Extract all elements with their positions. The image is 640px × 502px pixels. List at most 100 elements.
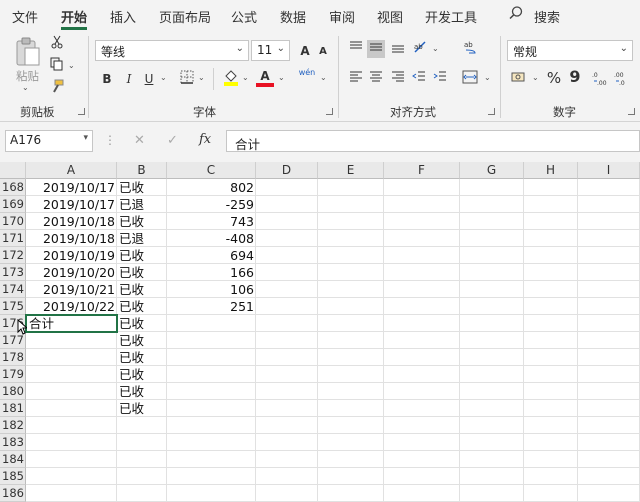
align-right-icon[interactable] [389,70,407,88]
decrease-decimal-icon[interactable]: .00.0 [614,70,632,88]
merge-dropdown-icon[interactable]: ⌄ [484,73,491,82]
phonetic-guide-button[interactable]: wén [298,68,316,86]
more-options-icon[interactable]: ⋮ [104,133,116,147]
tab-insert[interactable]: 插入 [110,7,136,26]
row-header[interactable]: 180 [0,383,26,400]
tab-formulas[interactable]: 公式 [231,7,257,26]
tab-data[interactable]: 数据 [280,7,306,26]
cell-a[interactable] [26,332,115,349]
cell-a[interactable] [26,434,115,451]
cell-c[interactable] [167,366,254,383]
cell-a[interactable] [26,417,115,434]
column-header-h[interactable]: H [524,162,578,179]
cell-b[interactable]: 已收 [119,332,165,349]
fill-color-dropdown-icon[interactable]: ⌄ [242,73,249,82]
row-header[interactable]: 171 [0,230,26,247]
column-header-f[interactable]: F [384,162,460,179]
row-header[interactable]: 170 [0,213,26,230]
format-painter-icon[interactable] [48,79,66,97]
top-align-icon[interactable] [347,40,365,58]
bottom-align-icon[interactable] [389,40,407,58]
cell-b[interactable] [119,417,165,434]
cell-b[interactable] [119,434,165,451]
row-header[interactable]: 168 [0,179,26,196]
accounting-dropdown-icon[interactable]: ⌄ [532,73,539,82]
cell-b[interactable]: 已收 [119,298,165,315]
name-box[interactable]: A176 ▾ [5,130,93,152]
cell-b[interactable]: 已退 [119,230,165,247]
cell-a[interactable]: 2019/10/19 [26,247,115,264]
clipboard-launcher-icon[interactable] [78,108,85,115]
cell-b[interactable]: 已收 [119,213,165,230]
cell-c[interactable]: 802 [167,179,254,196]
cell-a[interactable]: 2019/10/18 [26,213,115,230]
row-header[interactable]: 179 [0,366,26,383]
accounting-format-icon[interactable] [510,70,528,88]
cell-a[interactable]: 2019/10/17 [26,196,115,213]
column-header-d[interactable]: D [256,162,318,179]
tab-page-layout[interactable]: 页面布局 [159,7,211,26]
row-header[interactable]: 178 [0,349,26,366]
cell-b[interactable]: 已收 [119,264,165,281]
cancel-icon[interactable]: ✕ [134,133,145,148]
cell-b[interactable]: 已收 [119,281,165,298]
cell-b[interactable]: 已收 [119,400,165,417]
row-header[interactable]: 183 [0,434,26,451]
search-label[interactable]: 搜索 [534,7,560,26]
increase-font-size-button[interactable]: A [296,42,314,60]
middle-align-icon[interactable] [367,40,385,58]
cell-a[interactable] [26,383,115,400]
tab-home[interactable]: 开始 [61,7,87,26]
fill-color-icon[interactable] [222,68,240,86]
row-header[interactable]: 181 [0,400,26,417]
border-dropdown-icon[interactable]: ⌄ [198,73,205,82]
cell-c[interactable]: -259 [167,196,254,213]
column-header-g[interactable]: G [460,162,524,179]
column-header-a[interactable]: A [26,162,117,179]
row-header[interactable]: 182 [0,417,26,434]
wrap-text-icon[interactable]: ab [462,40,480,58]
cell-b[interactable]: 已收 [119,366,165,383]
underline-button[interactable]: U [140,70,158,88]
increase-indent-icon[interactable] [431,70,449,88]
row-header[interactable]: 173 [0,264,26,281]
paste-icon[interactable] [14,36,42,71]
paste-dropdown-icon[interactable]: ⌄ [22,83,29,92]
tab-review[interactable]: 审阅 [329,7,355,26]
cell-a[interactable] [26,468,115,485]
row-header[interactable]: 186 [0,485,26,502]
formula-input[interactable]: 合计 [226,130,640,152]
cell-b[interactable] [119,468,165,485]
increase-decimal-icon[interactable]: .0.00 [592,70,610,88]
row-header[interactable]: 175 [0,298,26,315]
align-left-icon[interactable] [347,70,365,88]
cell-b[interactable]: 已收 [119,315,165,332]
alignment-launcher-icon[interactable] [488,108,495,115]
font-size-dropdown[interactable]: 11 ⌄ [251,40,290,61]
cell-c[interactable] [167,485,254,502]
tab-view[interactable]: 视图 [377,7,403,26]
cell-c[interactable] [167,434,254,451]
merge-center-icon[interactable] [461,70,479,88]
cell-b[interactable]: 已收 [119,383,165,400]
percent-style-button[interactable]: % [545,69,563,87]
orientation-icon[interactable]: ab [412,40,430,58]
row-header[interactable]: 172 [0,247,26,264]
decrease-indent-icon[interactable] [410,70,428,88]
font-name-dropdown[interactable]: 等线 ⌄ [95,40,249,61]
underline-dropdown-icon[interactable]: ⌄ [160,73,167,82]
orientation-dropdown-icon[interactable]: ⌄ [432,44,439,53]
paste-label[interactable]: 粘贴 [16,68,39,84]
insert-function-icon[interactable]: fx [199,132,211,147]
cell-a[interactable] [26,349,115,366]
row-header[interactable]: 185 [0,468,26,485]
cell-c[interactable] [167,383,254,400]
tab-developer[interactable]: 开发工具 [425,7,477,26]
row-header[interactable]: 174 [0,281,26,298]
tab-file[interactable]: 文件 [12,7,38,26]
enter-icon[interactable]: ✓ [167,133,178,148]
number-format-dropdown[interactable]: 常规 ⌄ [507,40,633,61]
cell-a[interactable]: 2019/10/20 [26,264,115,281]
cell-c[interactable]: 106 [167,281,254,298]
cell-c[interactable] [167,468,254,485]
